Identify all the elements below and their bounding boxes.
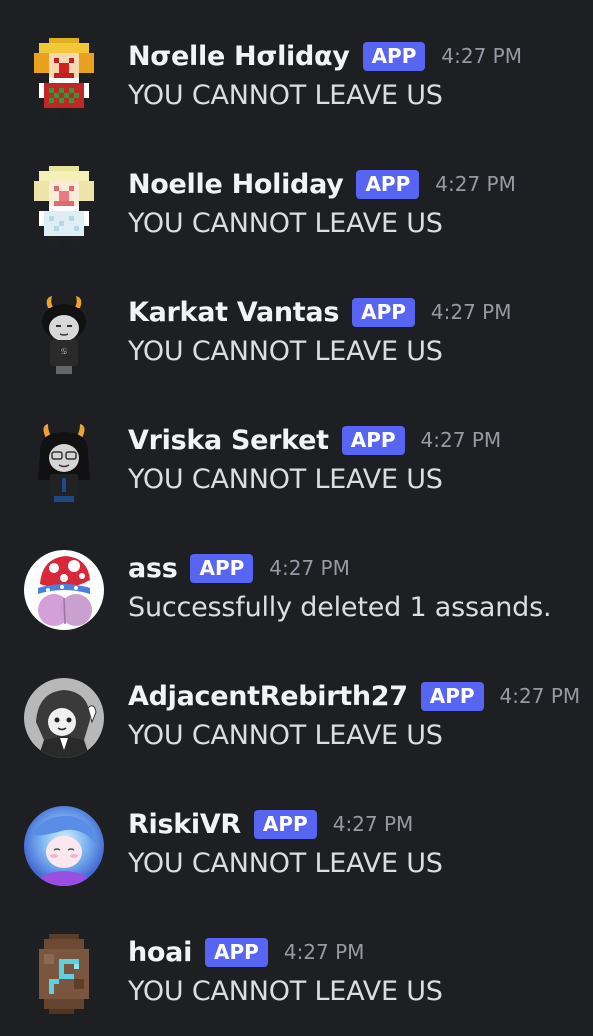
timestamp[interactable]: 4:27 PM	[431, 300, 512, 324]
username[interactable]: Nσelle Hσlidαy	[128, 41, 350, 72]
message-content: YOU CANNOT LEAVE US	[128, 208, 443, 239]
message-item[interactable]: AdjacentRebirth27 APP 4:27 PM YOU CANNOT…	[0, 678, 593, 806]
username[interactable]: ass	[128, 553, 178, 584]
message-list: Nσelle Hσlidαy APP 4:27 PM YOU CANNOT LE…	[0, 0, 593, 1036]
message-content: YOU CANNOT LEAVE US	[128, 336, 443, 367]
message-content: YOU CANNOT LEAVE US	[128, 976, 443, 1007]
message-header: Nσelle Hσlidαy APP 4:27 PM	[128, 38, 522, 74]
pixel-clown-avatar[interactable]	[24, 38, 104, 118]
pixel-clown-pale-avatar[interactable]	[24, 166, 104, 246]
timestamp[interactable]: 4:27 PM	[333, 812, 414, 836]
pixel-rock-avatar[interactable]	[24, 934, 104, 1014]
app-badge: APP	[356, 169, 420, 199]
svg-text:♋: ♋	[60, 347, 67, 356]
message-item[interactable]: ♋ Karkat Vantas APP 4:27 PM YOU CANNOT L…	[0, 294, 593, 422]
message-header: Noelle Holiday APP 4:27 PM	[128, 166, 516, 202]
message-content: YOU CANNOT LEAVE US	[128, 848, 443, 879]
app-badge: APP	[362, 41, 426, 71]
username[interactable]: Noelle Holiday	[128, 169, 344, 200]
troll-avatar[interactable]: ♋	[24, 294, 104, 374]
message-header: RiskiVR APP 4:27 PM	[128, 806, 413, 842]
timestamp[interactable]: 4:27 PM	[500, 684, 581, 708]
message-header: hoai APP 4:27 PM	[128, 934, 364, 970]
message-header: Karkat Vantas APP 4:27 PM	[128, 294, 512, 330]
message-item[interactable]: RiskiVR APP 4:27 PM YOU CANNOT LEAVE US	[0, 806, 593, 934]
timestamp[interactable]: 4:27 PM	[441, 44, 522, 68]
app-badge: APP	[253, 809, 317, 839]
app-badge: APP	[420, 681, 484, 711]
message-content: YOU CANNOT LEAVE US	[128, 80, 443, 111]
app-badge: APP	[190, 553, 254, 583]
timestamp[interactable]: 4:27 PM	[435, 172, 516, 196]
message-content: YOU CANNOT LEAVE US	[128, 720, 443, 751]
timestamp[interactable]: 4:27 PM	[269, 556, 350, 580]
username[interactable]: Vriska Serket	[128, 425, 329, 456]
message-item[interactable]: Nσelle Hσlidαy APP 4:27 PM YOU CANNOT LE…	[0, 38, 593, 166]
troll-glasses-avatar[interactable]	[24, 422, 104, 502]
anime-sketch-avatar[interactable]	[24, 678, 104, 758]
message-header: ass APP 4:27 PM	[128, 550, 350, 586]
username[interactable]: hoai	[128, 937, 192, 968]
timestamp[interactable]: 4:27 PM	[421, 428, 502, 452]
message-content: Successfully deleted 1 assands.	[128, 592, 552, 623]
app-badge: APP	[352, 297, 415, 327]
message-header: AdjacentRebirth27 APP 4:27 PM	[128, 678, 580, 714]
message-header: Vriska Serket APP 4:27 PM	[128, 422, 501, 458]
mushroom-avatar[interactable]	[24, 550, 104, 630]
timestamp[interactable]: 4:27 PM	[284, 940, 365, 964]
message-item[interactable]: Noelle Holiday APP 4:27 PM YOU CANNOT LE…	[0, 166, 593, 294]
app-badge: APP	[341, 425, 405, 455]
username[interactable]: RiskiVR	[128, 809, 241, 840]
app-badge: APP	[205, 937, 268, 967]
message-item[interactable]: ass APP 4:27 PM Successfully deleted 1 a…	[0, 550, 593, 678]
username[interactable]: AdjacentRebirth27	[128, 681, 408, 712]
anime-blue-avatar[interactable]	[24, 806, 104, 886]
message-item[interactable]: Vriska Serket APP 4:27 PM YOU CANNOT LEA…	[0, 422, 593, 550]
message-content: YOU CANNOT LEAVE US	[128, 464, 443, 495]
username[interactable]: Karkat Vantas	[128, 297, 339, 328]
message-item[interactable]: hoai APP 4:27 PM YOU CANNOT LEAVE US	[0, 934, 593, 1036]
